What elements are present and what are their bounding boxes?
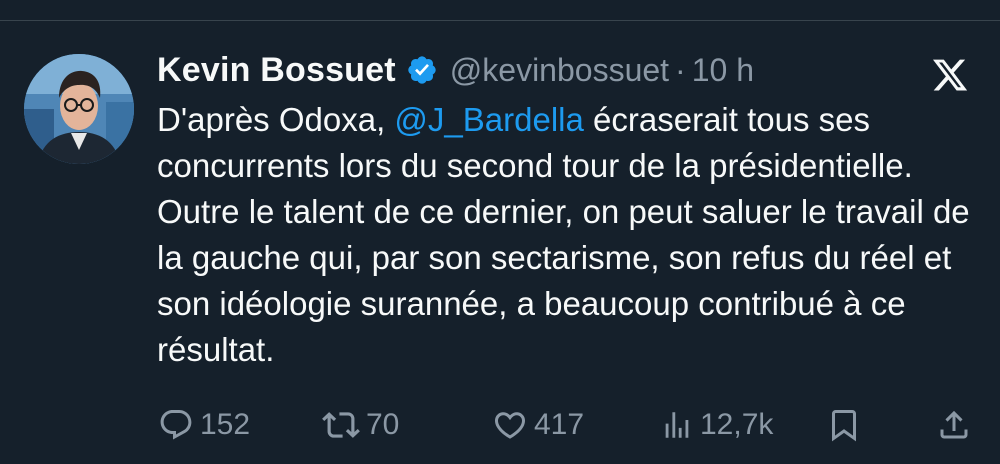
repost-icon <box>322 406 360 444</box>
verified-badge-icon <box>406 54 438 86</box>
share-icon <box>936 407 972 443</box>
views-count: 12,7k <box>700 408 774 441</box>
views-icon <box>660 408 694 442</box>
x-logo-icon[interactable] <box>930 56 970 94</box>
mention-link[interactable]: @J_Bardella <box>394 101 583 138</box>
avatar-image <box>24 54 134 164</box>
repost-count: 70 <box>366 408 400 441</box>
views-button[interactable]: 12,7k <box>660 400 773 450</box>
tweet-text-part: écraserait tous ses concurrents lors du … <box>157 101 970 368</box>
user-handle[interactable]: @kevinbossuet <box>450 52 669 89</box>
like-icon <box>492 407 528 443</box>
bookmark-icon <box>826 407 862 443</box>
tweet-text-part: D'après Odoxa, <box>157 101 395 138</box>
reply-button[interactable]: 152 <box>158 400 250 450</box>
action-bar: 152 70 417 12,7k <box>0 400 1000 450</box>
share-button[interactable] <box>936 400 972 450</box>
bookmark-button[interactable] <box>826 400 862 450</box>
separator-dot: · <box>675 51 686 88</box>
timestamp[interactable]: 10 h <box>692 52 754 89</box>
tweet-text: D'après Odoxa, @J_Bardella écraserait to… <box>157 97 987 373</box>
reply-count: 152 <box>200 408 251 441</box>
like-button[interactable]: 417 <box>492 400 584 450</box>
tweet-header: Kevin Bossuet @kevinbossuet · 10 h <box>157 48 754 92</box>
tweet[interactable]: Kevin Bossuet @kevinbossuet · 10 h D'apr… <box>0 0 1000 464</box>
reply-icon <box>158 407 194 443</box>
like-count: 417 <box>534 408 585 441</box>
avatar[interactable] <box>24 54 134 164</box>
repost-button[interactable]: 70 <box>322 400 399 450</box>
display-name[interactable]: Kevin Bossuet <box>157 51 396 90</box>
